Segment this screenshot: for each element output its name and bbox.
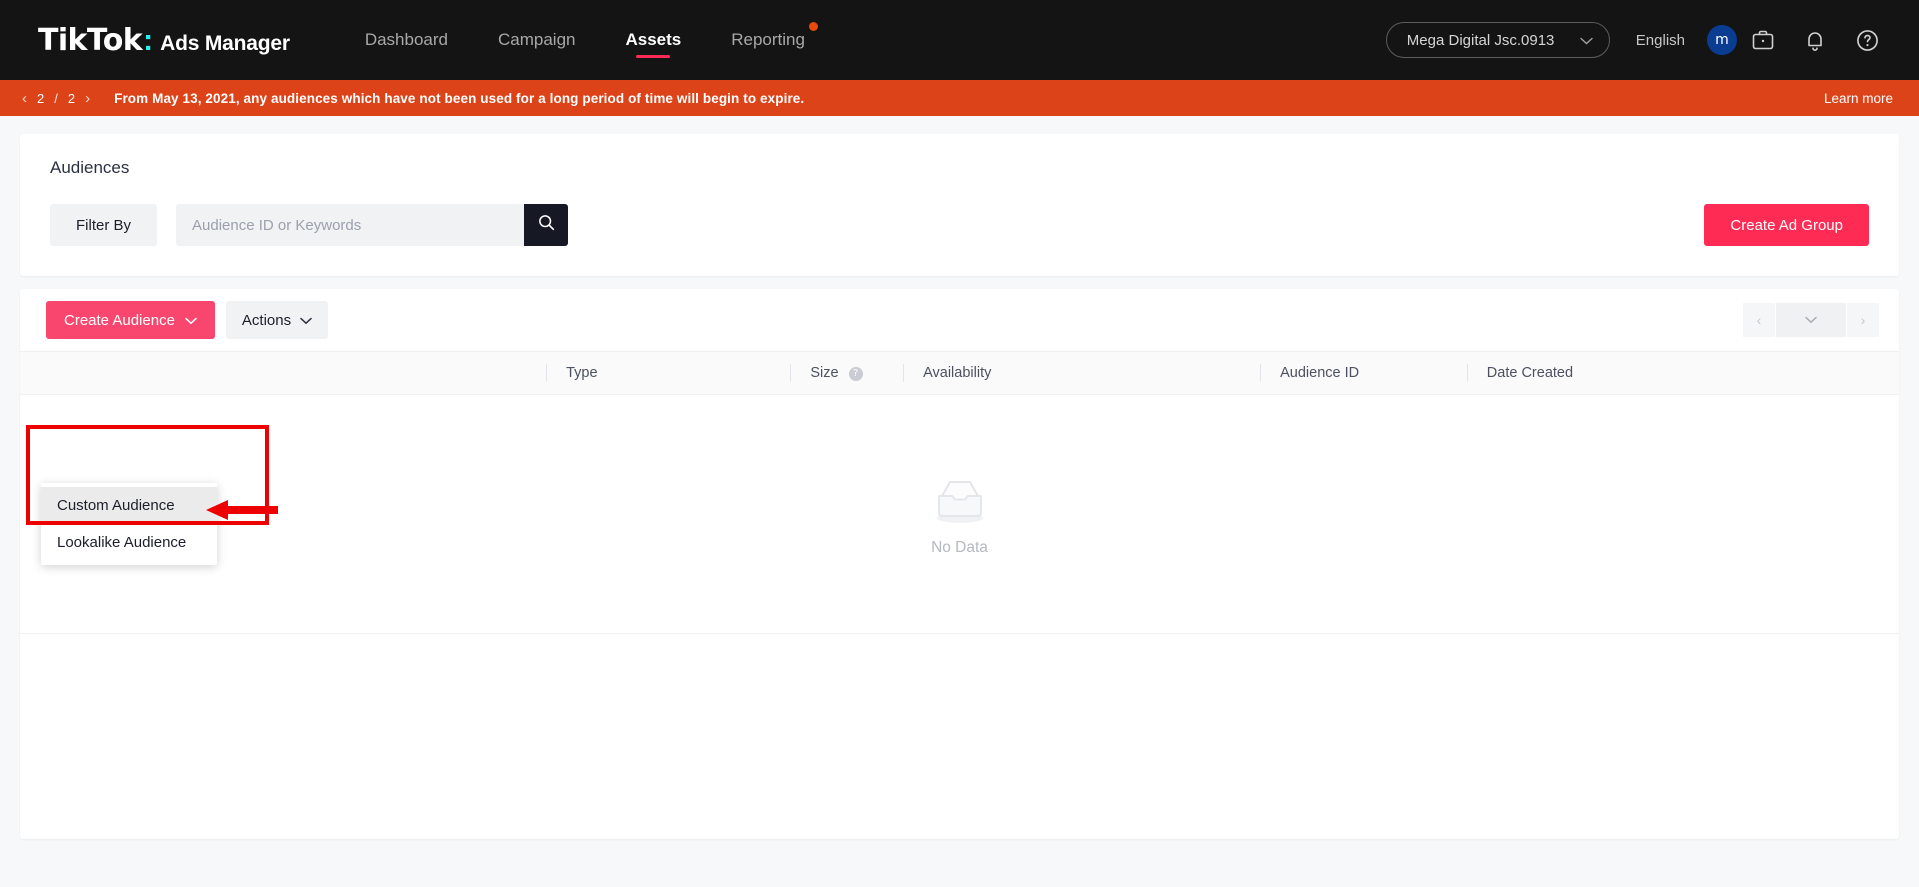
page-content: Audiences Filter By [0,116,1919,839]
dropdown-item-custom-audience[interactable]: Custom Audience [41,487,217,524]
table-body: No Data [20,395,1899,634]
banner-total-pages: 2 [68,91,75,106]
table-toolbar: Create Audience Actions ‹ [20,289,1899,351]
brand-colon: : [143,24,153,58]
table-header: Type Size ? Availability Audience ID Dat… [20,352,1899,395]
create-audience-dropdown-menu: Custom Audience Lookalike Audience [41,483,217,565]
language-selector[interactable]: English [1636,32,1685,49]
chevron-left-icon: ‹ [1757,312,1762,328]
main-nav-links: Dashboard Campaign Assets Reporting [340,0,830,80]
search-group [176,204,568,246]
table-pagination: ‹ › [1743,303,1879,337]
chevron-right-icon: › [1861,312,1866,328]
search-input[interactable] [176,204,524,246]
table-footer-area [20,633,1899,839]
brand-name: TikTok [38,23,142,58]
column-header-name[interactable] [20,352,546,395]
banner-prev-button[interactable]: ‹ [22,90,27,107]
page-title: Audiences [50,158,1869,178]
size-help-icon[interactable]: ? [849,367,863,381]
pagination-page-select[interactable] [1776,303,1846,337]
filter-by-button[interactable]: Filter By [50,204,157,246]
banner-pagination: ‹ 2 / 2 › [22,90,90,107]
top-navigation-bar: TikTok : Ads Manager Dashboard Campaign … [0,0,1919,80]
column-header-audience-id[interactable]: Audience ID [1260,352,1467,395]
briefcase-icon[interactable] [1737,14,1789,66]
nav-item-reporting[interactable]: Reporting [706,0,830,80]
create-audience-label: Create Audience [64,312,175,329]
banner-learn-more-link[interactable]: Learn more [1824,91,1893,106]
nav-item-assets[interactable]: Assets [600,0,706,80]
dropdown-item-label: Custom Audience [57,497,175,514]
search-icon [537,213,556,237]
avatar[interactable]: m [1707,25,1737,55]
banner-message: From May 13, 2021, any audiences which h… [114,91,804,106]
nav-label: Assets [625,30,681,50]
nav-label: Dashboard [365,30,448,50]
account-name: Mega Digital Jsc.0913 [1407,32,1555,49]
avatar-initial: m [1715,32,1729,48]
actions-button[interactable]: Actions [226,301,328,339]
expiration-notice-banner: ‹ 2 / 2 › From May 13, 2021, any audienc… [0,80,1919,116]
banner-separator: / [54,91,58,106]
actions-label: Actions [242,312,291,329]
pagination-next-button[interactable]: › [1847,303,1879,337]
empty-state: No Data [20,395,1899,633]
column-header-date-created[interactable]: Date Created [1467,352,1899,395]
column-label: Size [810,365,838,381]
create-audience-button[interactable]: Create Audience [46,301,215,339]
brand-logo[interactable]: TikTok : Ads Manager [38,23,290,58]
audiences-table: Type Size ? Availability Audience ID Dat… [20,351,1899,633]
filter-row: Filter By Create Ad Group [50,204,1869,246]
search-button[interactable] [524,204,568,246]
table-empty-row: No Data [20,395,1899,634]
bell-icon[interactable] [1789,14,1841,66]
pagination-prev-button[interactable]: ‹ [1743,303,1775,337]
nav-item-campaign[interactable]: Campaign [473,0,601,80]
chevron-down-icon [185,312,197,329]
filter-by-label: Filter By [76,217,131,234]
notification-dot-icon [809,22,818,31]
chevron-down-icon [300,312,312,329]
header-right-controls: Mega Digital Jsc.0913 English m [1386,14,1893,66]
dropdown-item-label: Lookalike Audience [57,534,186,551]
account-selector[interactable]: Mega Digital Jsc.0913 [1386,22,1610,58]
nav-label: Reporting [731,30,805,50]
empty-tray-icon [928,472,992,533]
banner-next-button[interactable]: › [85,90,90,107]
table-empty-cell: No Data [20,395,1899,634]
chevron-down-icon [1805,311,1817,329]
create-ad-group-button[interactable]: Create Ad Group [1704,204,1869,246]
help-circle-icon[interactable] [1841,14,1893,66]
column-label: Audience ID [1280,365,1359,381]
column-header-type[interactable]: Type [546,352,790,395]
audiences-table-card: Create Audience Actions ‹ [20,289,1899,839]
column-label: Availability [923,365,991,381]
chevron-down-icon [1580,32,1593,49]
audiences-filter-card: Audiences Filter By [20,134,1899,276]
banner-current-page: 2 [37,91,44,106]
dropdown-item-lookalike-audience[interactable]: Lookalike Audience [41,524,217,561]
column-label: Type [566,365,597,381]
brand-product-name: Ads Manager [160,32,290,56]
empty-state-label: No Data [931,539,988,557]
nav-item-dashboard[interactable]: Dashboard [340,0,473,80]
nav-label: Campaign [498,30,576,50]
table-header-row: Type Size ? Availability Audience ID Dat… [20,352,1899,395]
column-header-size[interactable]: Size ? [790,352,903,395]
column-label: Date Created [1487,365,1573,381]
column-header-availability[interactable]: Availability [903,352,1260,395]
language-label: English [1636,32,1685,49]
